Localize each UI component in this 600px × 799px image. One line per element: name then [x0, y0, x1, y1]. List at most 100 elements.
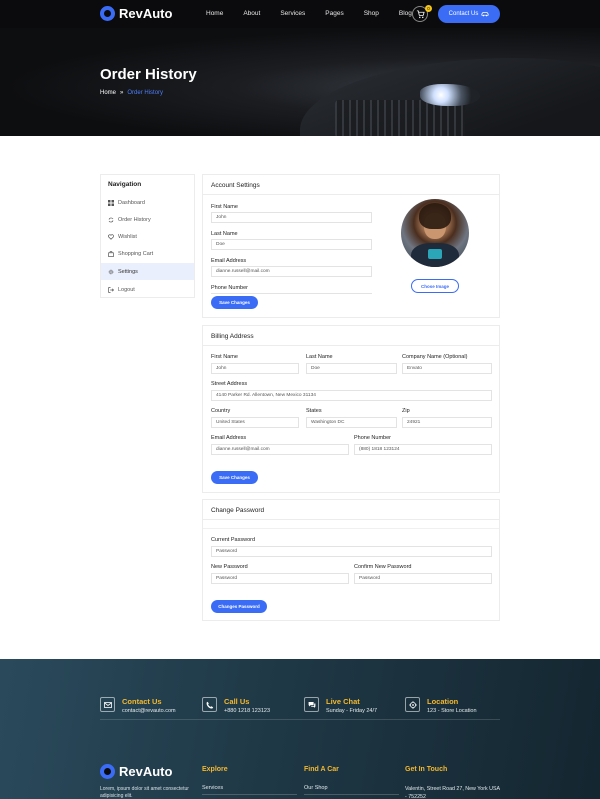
footer-link-services[interactable]: Services	[202, 785, 223, 791]
company-input[interactable]: Envato	[402, 363, 492, 374]
car-headlight-image	[420, 84, 480, 106]
change-password-card: Change Password Current Password Passwor…	[202, 499, 500, 621]
sidebar-item-order-history[interactable]: Order History	[101, 211, 194, 228]
nav-services[interactable]: Services	[280, 10, 305, 17]
cart-icon	[416, 10, 425, 19]
email-label: Email Address	[211, 258, 247, 264]
footer-link-our-shop[interactable]: Our Shop	[304, 785, 328, 791]
divider	[203, 194, 499, 195]
sidebar-item-label: Shopping Cart	[118, 250, 154, 257]
breadcrumb-current: Order History	[127, 90, 164, 96]
heart-icon	[108, 233, 114, 240]
footer-about-text: Lorem, ipsum dolor sit amet consectetur …	[100, 786, 189, 799]
contact-value: contact@revauto.com	[122, 708, 176, 714]
sidebar-item-label: Logout	[118, 286, 135, 293]
mail-icon	[100, 697, 115, 712]
site-footer: Contact Us contact@revauto.com Call Us +…	[0, 659, 600, 799]
company-label: Company Name (Optional)	[402, 354, 468, 360]
first-name-label: First Name	[211, 204, 238, 210]
phone-input[interactable]	[211, 293, 372, 294]
billing-phone-input[interactable]: (880) 1818 123124	[354, 444, 492, 455]
billing-last-name-label: Last Name	[306, 354, 333, 360]
sidebar-item-wishlist[interactable]: Wishlist	[101, 228, 194, 245]
last-name-input[interactable]: Doe	[211, 239, 372, 250]
footer-contact-phone[interactable]: Call Us +880 1218 123123	[202, 697, 270, 714]
footer-address: Valentin, Street Road 27, New York USA -…	[405, 786, 500, 799]
country-input[interactable]: United States	[211, 417, 299, 428]
car-icon	[481, 12, 489, 17]
brand-logo[interactable]: RevAuto	[100, 6, 172, 21]
footer-contact-location[interactable]: Location 123 - Store Location	[405, 697, 477, 714]
chat-icon	[304, 697, 319, 712]
footer-logo[interactable]: RevAuto	[100, 764, 172, 779]
grid-icon	[108, 199, 114, 206]
nav-pages[interactable]: Pages	[325, 10, 343, 17]
sidebar-item-label: Order History	[118, 216, 151, 223]
sidebar-item-shopping-cart[interactable]: Shopping Cart	[101, 245, 194, 262]
zip-label: Zip	[402, 408, 410, 414]
footer-contact-chat[interactable]: Live Chat Sunday - Friday 24/7	[304, 697, 377, 714]
phone-label: Phone Number	[211, 285, 248, 291]
contact-value: +880 1218 123123	[224, 708, 271, 714]
divider	[203, 345, 499, 346]
nav-shop[interactable]: Shop	[364, 10, 379, 17]
billing-last-name-input[interactable]: Doe	[306, 363, 397, 374]
cart-count-badge: 0	[425, 5, 432, 12]
change-password-button[interactable]: Changes Password	[211, 600, 267, 613]
new-password-label: New Password	[211, 564, 248, 570]
divider	[304, 794, 399, 795]
states-input[interactable]: Washington DC	[306, 417, 397, 428]
card-title: Account Settings	[211, 182, 260, 189]
avatar-hair	[419, 203, 451, 229]
footer-find-car-title: Find A Car	[304, 766, 339, 773]
footer-divider	[100, 719, 500, 720]
choose-image-button[interactable]: Chose Image	[411, 279, 459, 293]
logout-icon	[108, 286, 114, 293]
divider	[202, 794, 297, 795]
save-billing-button[interactable]: Save Changes	[211, 471, 258, 484]
divider	[203, 519, 499, 520]
brand-name: RevAuto	[119, 6, 173, 21]
billing-address-card: Billing Address First Name John Last Nam…	[202, 325, 500, 493]
breadcrumb: Home » Order History	[100, 90, 163, 96]
street-input[interactable]: 4140 Parker Rd. Allentown, New Mexico 31…	[211, 390, 492, 401]
sidebar-item-label: Dashboard	[118, 199, 145, 206]
nav-about[interactable]: About	[243, 10, 260, 17]
current-password-label: Current Password	[211, 537, 256, 543]
location-icon	[405, 697, 420, 712]
phone-icon	[202, 697, 217, 712]
current-password-input[interactable]: Password	[211, 546, 492, 557]
billing-email-input[interactable]: dianne.russell@mail.com	[211, 444, 349, 455]
email-input[interactable]: dianne.russell@mail.com	[211, 266, 372, 277]
contact-us-button[interactable]: Contact Us	[438, 5, 500, 23]
card-title: Change Password	[211, 507, 265, 514]
breadcrumb-home[interactable]: Home	[100, 90, 116, 96]
divider	[203, 528, 499, 529]
sidebar-item-logout[interactable]: Logout	[101, 281, 194, 298]
nav-blog[interactable]: Blog	[399, 10, 412, 17]
first-name-input[interactable]: John	[211, 212, 372, 223]
billing-first-name-input[interactable]: John	[211, 363, 299, 374]
street-label: Street Address	[211, 381, 248, 387]
billing-email-label: Email Address	[211, 435, 247, 441]
sidebar-title: Navigation	[108, 181, 142, 188]
save-account-button[interactable]: Save Changes	[211, 296, 258, 309]
nav-home[interactable]: Home	[206, 10, 223, 17]
zip-input[interactable]: 24921	[402, 417, 492, 428]
confirm-password-input[interactable]: Password	[354, 573, 492, 584]
sidebar-item-settings[interactable]: Settings	[101, 263, 194, 280]
footer-contact-email[interactable]: Contact Us contact@revauto.com	[100, 697, 176, 714]
billing-first-name-label: First Name	[211, 354, 238, 360]
logo-icon	[100, 6, 115, 21]
breadcrumb-separator-icon: »	[120, 90, 124, 96]
sidebar-item-dashboard[interactable]: Dashboard	[101, 194, 194, 211]
confirm-password-label: Confirm New Password	[354, 564, 412, 570]
sidebar-item-label: Settings	[118, 268, 138, 275]
new-password-input[interactable]: Password	[211, 573, 349, 584]
page-title: Order History	[100, 66, 197, 83]
page-hero: Order History Home » Order History	[0, 28, 600, 136]
contact-title: Contact Us	[122, 697, 162, 706]
billing-phone-label: Phone Number	[354, 435, 391, 441]
last-name-label: Last Name	[211, 231, 238, 237]
sidebar-item-label: Wishlist	[118, 233, 137, 240]
